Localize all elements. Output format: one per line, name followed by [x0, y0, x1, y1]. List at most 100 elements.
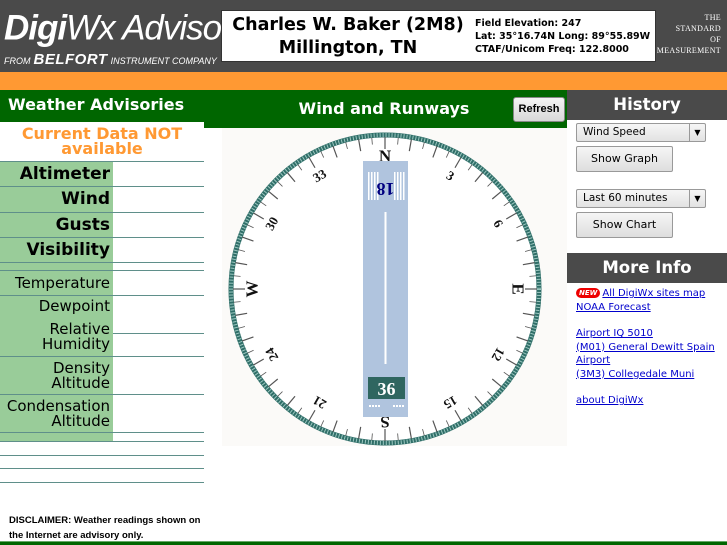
- density-altitude-label: Density Altitude: [0, 357, 113, 394]
- weather-advisories-title: Weather Advisories: [0, 90, 204, 122]
- dewpoint-value: [113, 296, 204, 333]
- row-wind: Wind: [0, 186, 204, 212]
- logo-title: DigiWx Advisor™: [4, 4, 243, 49]
- airport-location: Millington, TN: [278, 38, 418, 58]
- label-text: Altitude: [51, 411, 110, 430]
- new-badge-icon: NEW: [576, 288, 601, 298]
- row-separator: [0, 432, 204, 441]
- more-info-title: More Info: [567, 253, 727, 283]
- tagline-line: OF: [710, 35, 721, 44]
- airport-name: Charles W. Baker (2M8) Millington, TN: [222, 14, 474, 60]
- lat-long: Lat: 35°16.74N Long: 89°55.89W: [475, 31, 651, 42]
- row-visibility: Visibility: [0, 237, 204, 262]
- condensation-altitude-value: [113, 395, 204, 432]
- cardinal-west: W: [243, 281, 262, 298]
- chevron-down-icon[interactable]: ▼: [689, 124, 705, 141]
- general-dewitt-spain-link[interactable]: (M01) General Dewitt Spain Airport: [576, 341, 727, 368]
- history-title: History: [567, 90, 727, 120]
- density-altitude-value: [113, 357, 204, 394]
- label-text: Altitude: [51, 373, 110, 392]
- show-graph-button[interactable]: Show Graph: [576, 146, 673, 172]
- history-metric-select[interactable]: Wind Speed ▼: [576, 123, 706, 142]
- label-text: Humidity: [41, 335, 110, 353]
- label-text: Dewpoint: [38, 297, 110, 315]
- visibility-label: Visibility: [0, 238, 113, 262]
- footer-bar: [0, 541, 727, 545]
- chevron-down-icon[interactable]: ▼: [689, 190, 705, 207]
- label-text: Temperature: [14, 273, 110, 292]
- logo-company: INSTRUMENT COMPANY: [110, 56, 217, 66]
- tagline-line: THE: [704, 13, 721, 22]
- gusts-label: Gusts: [0, 213, 113, 237]
- runway-end-18: 18: [377, 179, 395, 199]
- threshold-dot: [375, 405, 377, 407]
- runway-18-36: 18 36: [363, 161, 408, 417]
- wind-runways-title: Wind and Runways: [298, 99, 470, 118]
- select-value: Last 60 minutes: [583, 192, 668, 204]
- wind-compass: N E S W 3 6 12 15 21 24 30 33 18 36: [222, 128, 567, 446]
- airport-info-box: Charles W. Baker (2M8) Millington, TN Fi…: [221, 10, 656, 62]
- airport-title: Charles W. Baker (2M8): [232, 15, 464, 35]
- relative-humidity-label: Relative Humidity: [0, 318, 113, 356]
- weather-advisories-panel: Weather Advisories Current Data NOT avai…: [0, 90, 204, 483]
- refresh-button[interactable]: Refresh: [513, 97, 565, 122]
- digiwx-logo[interactable]: DigiWx Advisor™ FROM BELFORT INSTRUMENT …: [4, 4, 243, 68]
- threshold-dot: [396, 405, 398, 407]
- belfort-brand: BELFORT: [33, 51, 108, 68]
- page-header: DigiWx Advisor™ FROM BELFORT INSTRUMENT …: [0, 0, 727, 72]
- threshold-dot: [399, 405, 401, 407]
- threshold-dot: [369, 405, 371, 407]
- readings-table: Altimeter Wind Gusts Visibility Temperat…: [0, 161, 204, 483]
- cardinal-east: E: [509, 283, 528, 294]
- all-sites-map-link[interactable]: NEW All DigiWx sites map: [576, 287, 727, 301]
- select-value: Wind Speed: [583, 126, 646, 138]
- right-panel: History Wind Speed ▼ Show Graph Last 60 …: [567, 90, 727, 408]
- airport-iq-link[interactable]: Airport IQ 5010: [576, 327, 727, 341]
- tagline-line: STANDARD: [675, 24, 721, 33]
- runway-end-36: 36: [378, 379, 396, 399]
- row-temperature: Temperature: [0, 270, 204, 295]
- show-chart-button[interactable]: Show Chart: [576, 212, 673, 238]
- threshold-stripe: [403, 172, 405, 200]
- about-digiwx-link[interactable]: about DigiWx: [576, 394, 727, 408]
- visibility-value: [113, 238, 204, 262]
- threshold-stripe: [400, 172, 402, 200]
- threshold-stripe: [368, 172, 370, 200]
- field-elevation: Field Elevation: 247: [475, 18, 582, 29]
- threshold-dot: [402, 405, 404, 407]
- status-line: available: [61, 139, 143, 158]
- tagline-line: MEASUREMENT: [656, 46, 721, 55]
- logo-subtitle: FROM BELFORT INSTRUMENT COMPANY: [4, 51, 217, 68]
- row-altimeter: Altimeter: [0, 161, 204, 186]
- row-condensation-altitude: Condensation Altitude: [0, 394, 204, 432]
- threshold-dot: [378, 405, 380, 407]
- history-period-select[interactable]: Last 60 minutes ▼: [576, 189, 706, 208]
- wind-value: [113, 187, 204, 212]
- wind-runways-header: Wind and Runways Refresh: [204, 90, 567, 128]
- threshold-stripe: [397, 172, 399, 200]
- threshold-stripe: [371, 172, 373, 200]
- threshold-dot: [393, 405, 395, 407]
- airport-details: Field Elevation: 247 Lat: 35°16.74N Long…: [475, 17, 650, 56]
- collegedale-muni-link[interactable]: (3M3) Collegedale Muni: [576, 368, 727, 382]
- gusts-value: [113, 213, 204, 237]
- altimeter-label: Altimeter: [0, 162, 113, 186]
- threshold-stripe: [374, 172, 376, 200]
- temperature-value: [113, 271, 204, 295]
- condensation-altitude-label: Condensation Altitude: [0, 395, 113, 432]
- blank-row: [0, 468, 204, 482]
- row-separator: [0, 262, 204, 270]
- threshold-dot: [372, 405, 374, 407]
- logo-digi: Digi: [4, 8, 67, 48]
- blank-row: [0, 441, 204, 455]
- more-info-links: NEW All DigiWx sites map NOAA Forecast Ai…: [567, 283, 727, 408]
- logo-wx-advisor: Wx Advisor: [66, 8, 233, 48]
- noaa-forecast-link[interactable]: NOAA Forecast: [576, 301, 727, 315]
- row-density-altitude: Density Altitude: [0, 356, 204, 394]
- blank-row: [0, 455, 204, 468]
- orange-divider: [0, 72, 727, 90]
- temperature-label: Temperature: [0, 271, 113, 295]
- data-status-message: Current Data NOT available: [0, 122, 204, 161]
- blank-row: [0, 482, 204, 483]
- ctaf-frequency: CTAF/Unicom Freq: 122.8000: [475, 44, 629, 55]
